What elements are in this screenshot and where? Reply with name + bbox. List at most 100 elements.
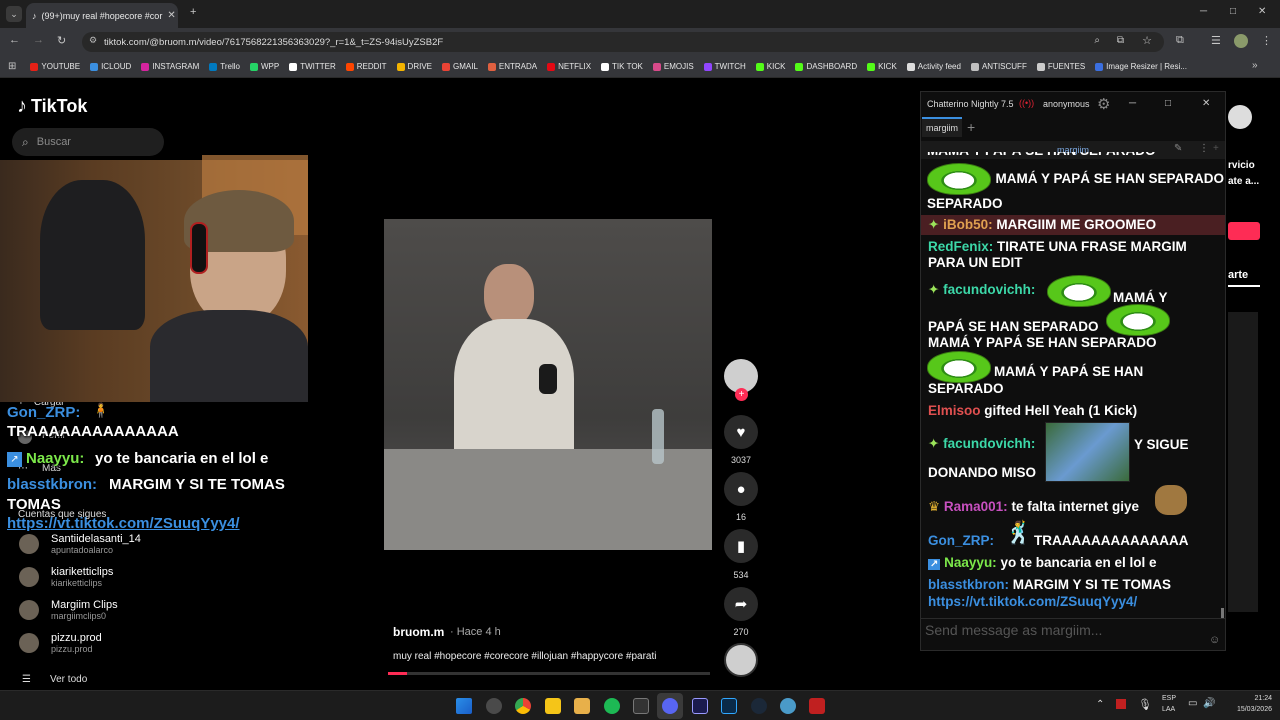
zoom-icon[interactable]: ⌕ xyxy=(1094,35,1100,46)
clock-date[interactable]: 15/03/2026 xyxy=(1220,706,1272,713)
bookmark-item[interactable]: TIK TOK xyxy=(601,62,643,71)
chat-tab-margiim[interactable]: margiim xyxy=(922,117,962,137)
settings-gear-icon[interactable]: ⚙ xyxy=(1097,95,1110,113)
search-box[interactable]: ⌕ Buscar xyxy=(12,128,164,156)
bookmark-item[interactable]: GMAIL xyxy=(442,62,478,71)
close-window-icon[interactable]: ✕ xyxy=(1258,6,1266,17)
chat-user[interactable]: iBob50: xyxy=(943,217,993,232)
new-tab-icon[interactable]: + xyxy=(190,6,196,18)
comment-button[interactable]: ● xyxy=(724,472,758,506)
chat-user[interactable]: Rama001: xyxy=(944,499,1008,514)
back-icon[interactable]: ← xyxy=(9,34,20,46)
site-info-icon[interactable]: ⚙ xyxy=(89,35,97,46)
extensions-icon[interactable]: ⧉ xyxy=(1176,34,1184,47)
bookmark-item[interactable]: TWITCH xyxy=(703,62,746,71)
menu-icon[interactable]: ⋮ xyxy=(1261,34,1272,47)
following-account[interactable]: Santiidelasanti_14 apuntadoalarco xyxy=(19,533,219,555)
bookmark-item[interactable]: Activity feed xyxy=(906,62,961,71)
video-progress-track[interactable] xyxy=(388,672,710,675)
chat-user[interactable]: Gon_ZRP: xyxy=(928,533,994,548)
profile-avatar[interactable] xyxy=(1234,34,1248,48)
apps-icon[interactable]: ⊞ xyxy=(8,61,16,72)
follow-plus-icon[interactable]: + xyxy=(735,388,748,401)
bookmark-item[interactable]: EMOJIS xyxy=(652,62,694,71)
photoshop-icon[interactable] xyxy=(721,698,737,714)
following-account[interactable]: Margiim Clips margiimclips0 xyxy=(19,599,219,621)
bookmark-item[interactable]: DRIVE xyxy=(396,62,432,71)
file-explorer-icon[interactable] xyxy=(574,698,590,714)
bookmark-item[interactable]: DASHBOARD xyxy=(795,62,857,71)
spotify-icon[interactable] xyxy=(604,698,620,714)
bookmark-item[interactable]: REDDIT xyxy=(345,62,387,71)
right-fragment-tab[interactable]: arte xyxy=(1228,269,1248,281)
chat-close-icon[interactable]: ✕ xyxy=(1202,98,1210,109)
video-author[interactable]: bruom.m xyxy=(393,625,444,639)
chat-user[interactable]: facundovichh: xyxy=(943,436,1035,451)
bookmark-item[interactable]: ICLOUD xyxy=(90,62,131,71)
bookmarks-overflow-icon[interactable]: » xyxy=(1252,60,1258,71)
notes-taskbar-icon[interactable] xyxy=(545,698,561,714)
chatterino-taskbar-icon[interactable] xyxy=(780,698,796,714)
browser-tab-tiktok[interactable]: ♪ (99+)muy real #hopecore #cor ✕ xyxy=(26,3,178,28)
bookmark-item[interactable]: KICK xyxy=(755,62,785,71)
forward-icon[interactable]: → xyxy=(33,34,44,46)
premiere-icon[interactable] xyxy=(692,698,708,714)
bookmark-item[interactable]: KICK xyxy=(867,62,897,71)
chrome-taskbar-icon[interactable] xyxy=(515,698,531,714)
microphone-icon[interactable]: 🎙 xyxy=(1138,698,1152,711)
bookmark-item[interactable]: YOUTUBE xyxy=(30,62,80,71)
discord-icon[interactable] xyxy=(662,698,678,714)
like-button[interactable]: ♥ xyxy=(724,415,758,449)
share-button[interactable]: ➦ xyxy=(724,587,758,621)
maximize-icon[interactable]: □ xyxy=(1230,6,1236,17)
right-fragment-button[interactable] xyxy=(1228,222,1260,240)
obs-taskbar-icon[interactable] xyxy=(809,698,825,714)
chat-scrollbar-thumb[interactable] xyxy=(1221,608,1224,618)
chat-user[interactable]: blasstkbron: xyxy=(928,577,1009,592)
bookmark-item[interactable]: ENTRADA xyxy=(487,62,537,71)
keyboard-layout[interactable]: LAA xyxy=(1162,706,1175,713)
search-input[interactable]: Buscar xyxy=(37,136,71,148)
tab-search-icon[interactable]: ⌄ xyxy=(6,6,22,22)
bookmark-item[interactable]: TWITTER xyxy=(289,62,336,71)
chat-input[interactable]: Send message as margiim... xyxy=(925,622,1102,638)
video-player[interactable] xyxy=(384,219,712,550)
add-tab-icon[interactable]: + xyxy=(967,119,975,135)
bookmark-item[interactable]: WPP xyxy=(249,62,279,71)
chat-minimize-icon[interactable]: ─ xyxy=(1129,98,1136,109)
bookmark-item[interactable]: NETFLIX xyxy=(547,62,591,71)
start-windows-icon[interactable] xyxy=(456,698,472,714)
bookmark-star-icon[interactable]: ☆ xyxy=(1142,34,1152,47)
chat-message-link[interactable]: https://vt.tiktok.com/ZSuuqYyy4/ xyxy=(928,594,1137,610)
clock-time[interactable]: 21:24 xyxy=(1228,695,1272,702)
following-account[interactable]: kiariketticlips kiariketticlips xyxy=(19,566,219,588)
chrome-taskbar-icon-1[interactable] xyxy=(486,698,502,714)
save-button[interactable]: ▮ xyxy=(724,529,758,563)
reading-list-icon[interactable]: ☰ xyxy=(1211,34,1221,47)
bookmark-item[interactable]: ANTISCUFF xyxy=(970,62,1027,71)
tray-app-icon[interactable] xyxy=(1116,699,1126,709)
following-account[interactable]: pizzu.prod pizzu.prod xyxy=(19,632,219,654)
minimize-icon[interactable]: ─ xyxy=(1200,6,1207,17)
tray-overflow-icon[interactable]: ⌃ xyxy=(1096,699,1104,710)
chat-user[interactable]: Naayyu: xyxy=(944,555,997,570)
chat-user[interactable]: RedFenix: xyxy=(928,239,993,254)
app-taskbar-icon[interactable] xyxy=(633,698,649,714)
bookmark-item[interactable]: FUENTES xyxy=(1036,62,1085,71)
tiktok-logo[interactable]: ♪ TikTok xyxy=(17,95,87,118)
close-tab-icon[interactable]: ✕ xyxy=(167,10,175,21)
emoji-picker-icon[interactable]: ☺ xyxy=(1209,634,1220,646)
chatterino-account[interactable]: anonymous xyxy=(1043,99,1090,109)
steam-icon[interactable] xyxy=(751,698,767,714)
bookmark-item[interactable]: Trello xyxy=(209,62,240,71)
chat-user[interactable]: Elmisoo xyxy=(928,403,981,418)
network-icon[interactable]: ▭ xyxy=(1188,698,1197,709)
user-avatar[interactable] xyxy=(1228,105,1252,129)
see-all-link[interactable]: Ver todo xyxy=(50,674,87,685)
volume-icon[interactable]: 🔊 xyxy=(1203,698,1215,709)
reload-icon[interactable]: ↻ xyxy=(57,34,66,47)
chat-user[interactable]: facundovichh: xyxy=(943,282,1035,297)
music-disc-icon[interactable] xyxy=(724,643,758,677)
install-icon[interactable]: ⧉ xyxy=(1117,35,1124,46)
bookmark-item[interactable]: Image Resizer | Resi... xyxy=(1095,62,1187,71)
